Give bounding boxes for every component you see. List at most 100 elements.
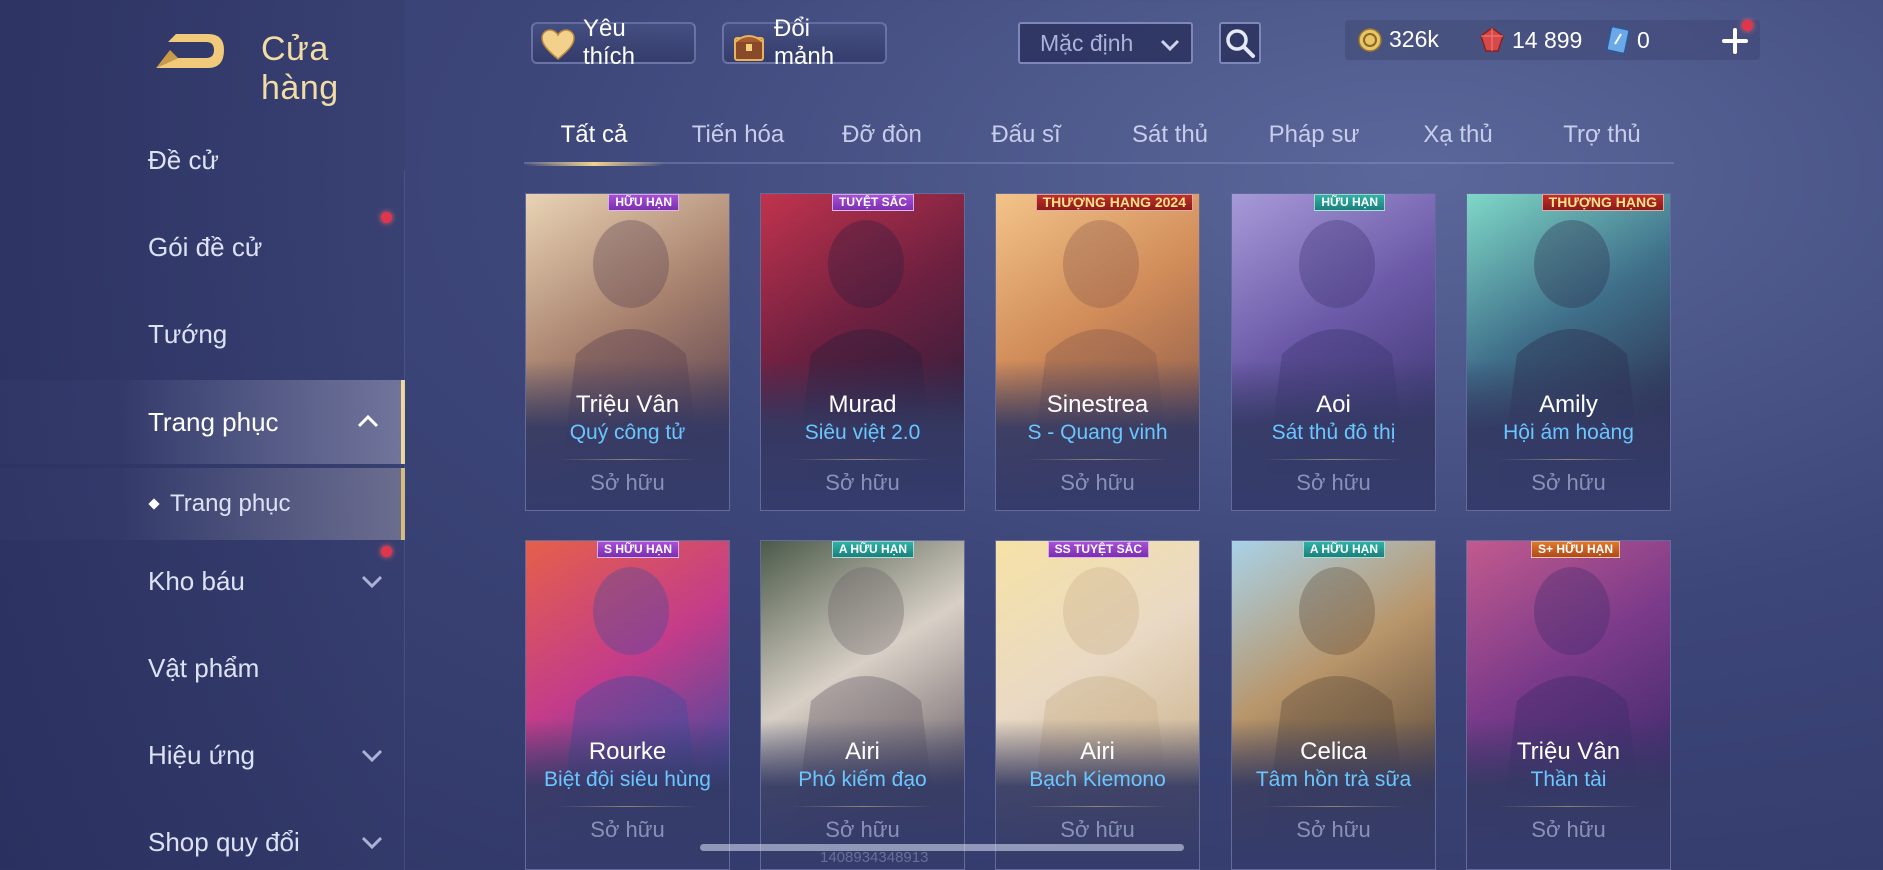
ownership-status: Sở hữu bbox=[825, 817, 900, 842]
hero-name: Sinestrea bbox=[1046, 391, 1149, 418]
sidebar: Cửa hàng Đề cử Gói đề cử Tướng Trang phụ… bbox=[0, 0, 405, 870]
sort-dropdown[interactable]: Mặc định bbox=[1018, 22, 1193, 64]
chest-icon bbox=[734, 35, 764, 61]
sidebar-item-recommended[interactable]: Đề cử bbox=[0, 119, 405, 201]
sidebar-item-label: Hiệu ứng bbox=[148, 739, 256, 770]
voucher-balance: 14 899 bbox=[1478, 26, 1582, 54]
skin-card[interactable]: THƯỢNG HẠNG Amily Hội ám hoàng Sở hữu bbox=[1466, 193, 1671, 511]
page-title: Cửa hàng bbox=[261, 30, 339, 107]
sidebar-item-recommended-packs[interactable]: Gói đề cử bbox=[0, 206, 405, 288]
skin-card[interactable]: SS TUYỆT SẮC Airi Bạch Kiemono Sở hữu bbox=[995, 540, 1200, 870]
skin-name: S - Quang vinh bbox=[1027, 421, 1168, 444]
sidebar-item-treasure[interactable]: Kho báu bbox=[0, 540, 405, 622]
skin-card[interactable]: THƯỢNG HẠNG 2024 Sinestrea S - Quang vinh S… bbox=[995, 193, 1200, 511]
hero-name: Triệu Vân bbox=[575, 391, 680, 418]
sidebar-subitem-skins[interactable]: Trang phục bbox=[0, 468, 405, 540]
card-divider bbox=[1262, 459, 1405, 460]
ownership-status: Sở hữu bbox=[1060, 817, 1135, 842]
tab-marksman[interactable]: Xạ thủ bbox=[1388, 112, 1528, 164]
skin-name: Hội ám hoàng bbox=[1503, 421, 1634, 444]
ticket-balance: 0 bbox=[1605, 26, 1650, 54]
card-divider bbox=[1497, 806, 1640, 807]
sidebar-item-skins[interactable]: Trang phục bbox=[0, 380, 405, 464]
tab-mage[interactable]: Pháp sư bbox=[1244, 112, 1384, 164]
bullet-icon bbox=[148, 498, 160, 510]
card-divider bbox=[1026, 806, 1169, 807]
watermark-id: 1408934348913 bbox=[820, 849, 929, 866]
ownership-status: Sở hữu bbox=[825, 470, 900, 495]
sidebar-item-label: Trang phục bbox=[148, 406, 279, 437]
hero-name: Amily bbox=[1539, 391, 1598, 418]
search-button[interactable] bbox=[1219, 22, 1261, 64]
hero-name: Aoi bbox=[1316, 391, 1351, 418]
back-arrow-icon bbox=[156, 34, 224, 68]
rarity-badge: HỮU HẠN bbox=[608, 194, 679, 211]
ticket-icon bbox=[1606, 26, 1630, 54]
ownership-status: Sở hữu bbox=[1531, 817, 1606, 842]
hero-name: Triệu Vân bbox=[1516, 738, 1621, 765]
skin-name: Tâm hồn trà sữa bbox=[1255, 768, 1412, 791]
sidebar-item-label: Shop quy đổi bbox=[148, 826, 300, 857]
exchange-fragments-button[interactable]: Đổi mảnh bbox=[722, 15, 887, 70]
hero-name: Airi bbox=[1080, 738, 1115, 765]
skin-name: Bạch Kiemono bbox=[1029, 768, 1166, 791]
rarity-badge: THƯỢNG HẠNG bbox=[1541, 194, 1664, 211]
rarity-badge: HỮU HẠN bbox=[1314, 194, 1385, 211]
sidebar-item-heroes[interactable]: Tướng bbox=[0, 293, 405, 375]
tab-fighter[interactable]: Đấu sĩ bbox=[956, 112, 1096, 164]
hero-name: Celica bbox=[1300, 738, 1367, 765]
gold-amount: 326k bbox=[1389, 26, 1439, 52]
sort-value: Mặc định bbox=[1040, 29, 1134, 56]
ownership-status: Sở hữu bbox=[590, 817, 665, 842]
rarity-badge: A HỮU HẠN bbox=[831, 541, 914, 558]
card-divider bbox=[556, 806, 699, 807]
back-button[interactable] bbox=[148, 28, 226, 72]
horizontal-scrollbar[interactable] bbox=[700, 844, 1184, 851]
tab-all[interactable]: Tất cả bbox=[524, 112, 664, 166]
ownership-status: Sở hữu bbox=[590, 470, 665, 495]
rarity-badge: A HỮU HẠN bbox=[1302, 541, 1385, 558]
tab-evolution[interactable]: Tiến hóa bbox=[668, 112, 808, 164]
skin-card[interactable]: A HỮU HẠN Airi Phó kiếm đạo Sở hữu bbox=[760, 540, 965, 870]
skin-card[interactable]: A HỮU HẠN Celica Tâm hồn trà sữa Sở hữu bbox=[1231, 540, 1436, 870]
sidebar-item-exchange-shop[interactable]: Shop quy đổi bbox=[0, 801, 405, 870]
red-gem-icon bbox=[1480, 27, 1504, 52]
skin-card[interactable]: S+ HỮU HẠN Triệu Vân Thần tài Sở hữu bbox=[1466, 540, 1671, 870]
chevron-down-icon bbox=[361, 836, 383, 850]
ownership-status: Sở hữu bbox=[1296, 817, 1371, 842]
skin-name: Quý công tử bbox=[569, 421, 686, 444]
rarity-badge: THƯỢNG HẠNG 2024 bbox=[1035, 194, 1193, 211]
skin-card[interactable]: HỮU HẠN Triệu Vân Quý công tử Sở hữu bbox=[525, 193, 730, 511]
skin-card[interactable]: HỮU HẠN Aoi Sát thủ đô thị Sở hữu bbox=[1231, 193, 1436, 511]
tab-support[interactable]: Trợ thủ bbox=[1532, 112, 1672, 164]
card-divider bbox=[791, 806, 934, 807]
tab-tank[interactable]: Đỡ đòn bbox=[812, 112, 952, 164]
search-icon bbox=[1226, 29, 1255, 58]
tab-assassin[interactable]: Sát thủ bbox=[1100, 112, 1240, 164]
hero-name: Rourke bbox=[588, 738, 667, 765]
skin-card[interactable]: TUYỆT SẮC Murad Siêu việt 2.0 Sở hữu bbox=[760, 193, 965, 511]
notification-dot bbox=[381, 212, 392, 223]
card-divider bbox=[1497, 459, 1640, 460]
voucher-amount: 14 899 bbox=[1512, 26, 1583, 53]
card-divider bbox=[1262, 806, 1405, 807]
ownership-status: Sở hữu bbox=[1060, 470, 1135, 495]
hero-name: Airi bbox=[845, 738, 880, 765]
heart-icon bbox=[541, 29, 575, 60]
sidebar-item-label: Trang phục bbox=[170, 490, 291, 517]
gold-coin-icon bbox=[1358, 27, 1382, 52]
sidebar-item-effects[interactable]: Hiệu ứng bbox=[0, 714, 405, 796]
ownership-status: Sở hữu bbox=[1296, 470, 1371, 495]
notification-dot bbox=[1742, 20, 1753, 31]
favorites-label: Yêu thích bbox=[583, 15, 636, 70]
card-divider bbox=[556, 459, 699, 460]
skin-card[interactable]: S HỮU HẠN Rourke Biệt đội siêu hùng Sở hữu bbox=[525, 540, 730, 870]
chevron-down-icon bbox=[361, 749, 383, 763]
card-divider bbox=[791, 459, 934, 460]
sidebar-item-label: Kho báu bbox=[148, 565, 245, 596]
sidebar-item-items[interactable]: Vật phẩm bbox=[0, 627, 405, 709]
card-divider bbox=[1026, 459, 1169, 460]
rarity-badge: S HỮU HẠN bbox=[597, 541, 679, 558]
favorites-button[interactable]: Yêu thích bbox=[531, 15, 696, 70]
rarity-badge: SS TUYỆT SẮC bbox=[1047, 541, 1149, 558]
